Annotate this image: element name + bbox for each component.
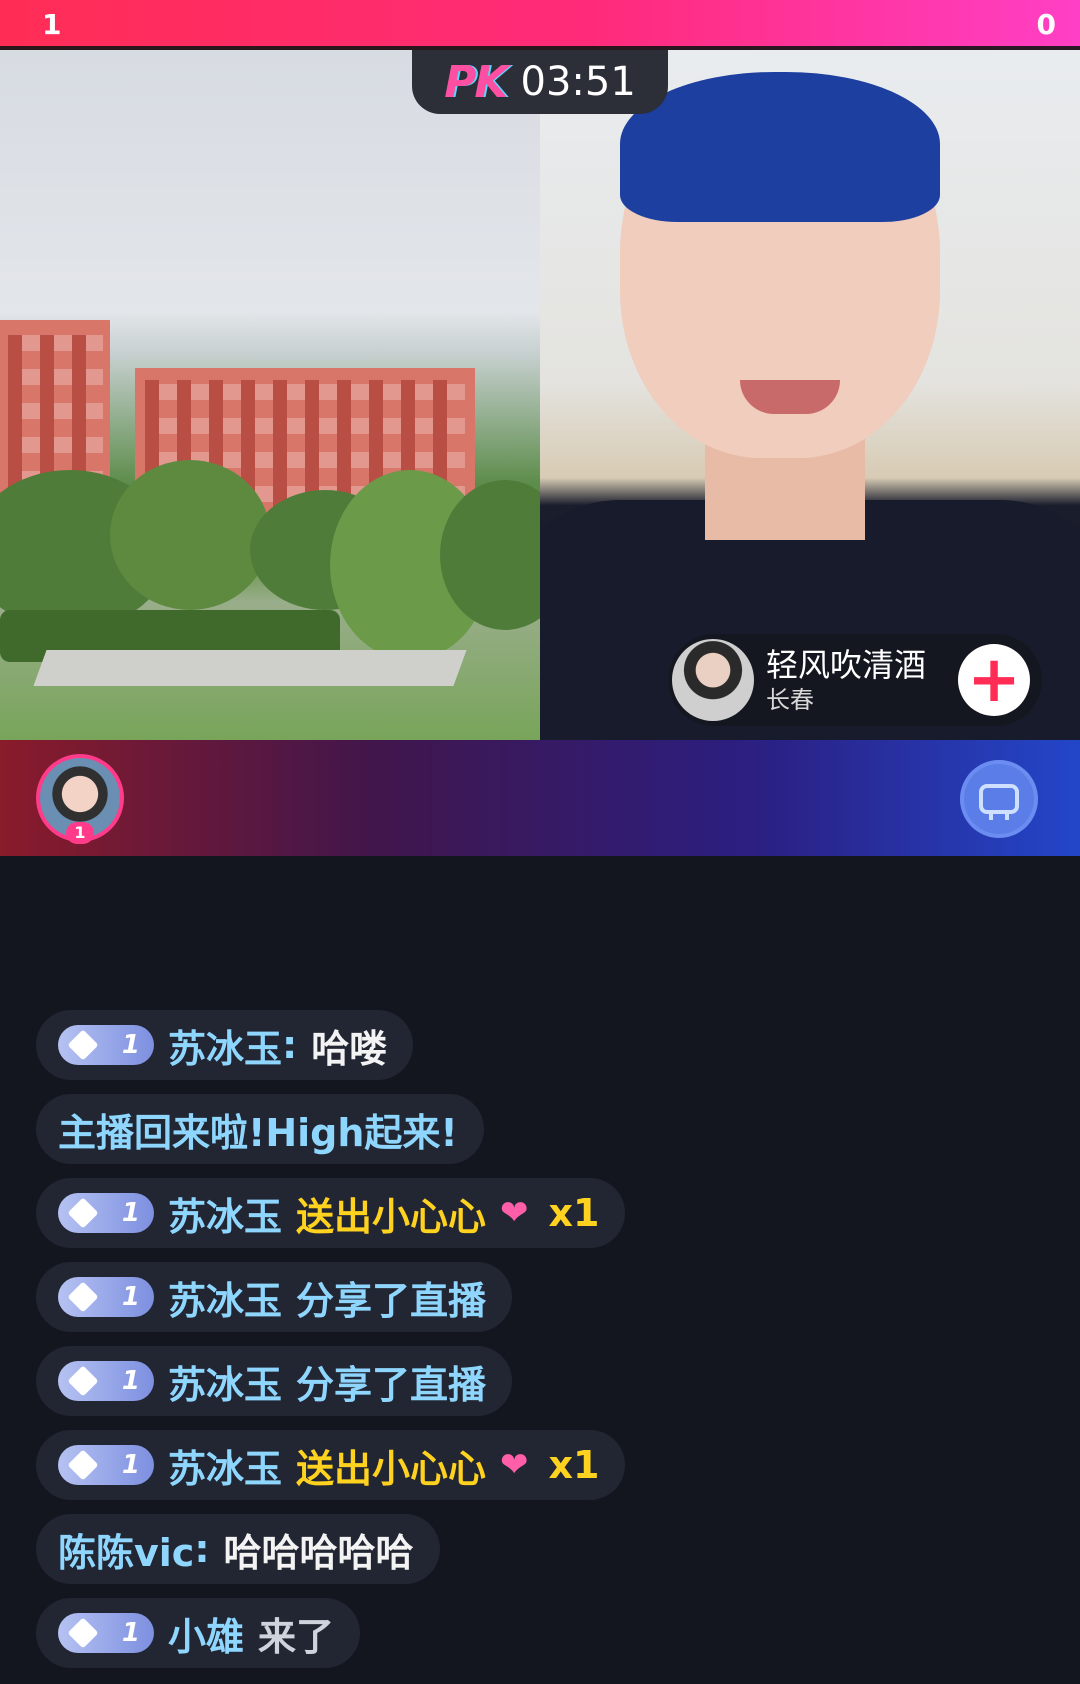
message-text: 哈喽 (311, 1026, 388, 1071)
follow-button[interactable]: + (958, 644, 1030, 716)
message-text: 哈哈哈哈哈 (223, 1530, 414, 1575)
join-message: 1 小雄 来了 (36, 1598, 361, 1668)
message-text: 来了 (258, 1614, 335, 1659)
diamond-icon (67, 1281, 99, 1313)
tree (110, 460, 270, 610)
gift-message: 1 苏冰玉 送出小心心 ❤ x1 (36, 1430, 626, 1500)
gift-text: 送出小心心 (296, 1446, 487, 1491)
username[interactable]: 苏冰玉 (168, 1270, 282, 1325)
opponent-city: 长春 (766, 686, 814, 714)
level-badge: 1 (58, 1445, 154, 1485)
level-badge: 1 (58, 1361, 154, 1401)
left-score: 1 (42, 8, 62, 41)
pk-score-bar: 1 0 (0, 0, 1080, 50)
chat-message: 陈陈vic : 哈哈哈哈哈 (36, 1514, 440, 1584)
username[interactable]: 苏冰玉 (168, 1018, 282, 1073)
chat-message: 1 苏冰玉 : 哈喽 (36, 1010, 414, 1080)
person-hair (620, 72, 940, 222)
gift-text: 送出小心心 (296, 1194, 487, 1239)
username[interactable]: 陈陈vic (58, 1522, 194, 1577)
level-badge: 1 (58, 1277, 154, 1317)
username[interactable]: 小雄 (168, 1606, 244, 1661)
chat-list: 1 苏冰玉 : 哈喽 主播回来啦!High起来! 1 苏冰玉 送出小心心 ❤ x… (36, 1010, 1036, 1682)
diamond-icon (67, 1365, 99, 1397)
seat-button[interactable] (960, 760, 1038, 838)
opponent-info[interactable]: 轻风吹清酒 长春 + (668, 634, 1042, 726)
diamond-icon (67, 1197, 99, 1229)
pk-timer: 03:51 (520, 59, 636, 105)
message-text: 分享了直播 (296, 1362, 487, 1407)
level-badge: 1 (58, 1025, 154, 1065)
opponent-name: 轻风吹清酒 (766, 646, 927, 684)
level-badge: 1 (58, 1193, 154, 1233)
gift-count: x1 (548, 1191, 600, 1235)
username[interactable]: 苏冰玉 (168, 1186, 282, 1241)
diamond-icon (67, 1449, 99, 1481)
host-video[interactable] (0, 50, 540, 740)
share-message: 1 苏冰玉 分享了直播 (36, 1262, 513, 1332)
share-message: 1 苏冰玉 分享了直播 (36, 1346, 513, 1416)
contributor-strip: 1 (0, 740, 1080, 856)
heart-icon: ❤ (500, 1445, 529, 1485)
system-message: 主播回来啦!High起来! (36, 1094, 484, 1164)
message-text: 分享了直播 (296, 1278, 487, 1323)
heart-icon: ❤ (500, 1193, 529, 1233)
gift-message: 1 苏冰玉 送出小心心 ❤ x1 (36, 1178, 626, 1248)
diamond-icon (67, 1617, 99, 1649)
pk-timer-badge: PK 03:51 (412, 50, 668, 114)
level-badge: 1 (58, 1613, 154, 1653)
opponent-avatar[interactable] (672, 639, 754, 721)
sofa-icon (979, 784, 1019, 820)
pk-logo-icon: PK (444, 56, 508, 108)
path (33, 650, 467, 686)
right-score: 0 (1036, 8, 1056, 41)
diamond-icon (67, 1029, 99, 1061)
top-contributor-rank: 1 (66, 822, 94, 844)
gift-count: x1 (548, 1443, 600, 1487)
username[interactable]: 苏冰玉 (168, 1438, 282, 1493)
message-text: 主播回来啦!High起来! (58, 1110, 458, 1155)
username[interactable]: 苏冰玉 (168, 1354, 282, 1409)
